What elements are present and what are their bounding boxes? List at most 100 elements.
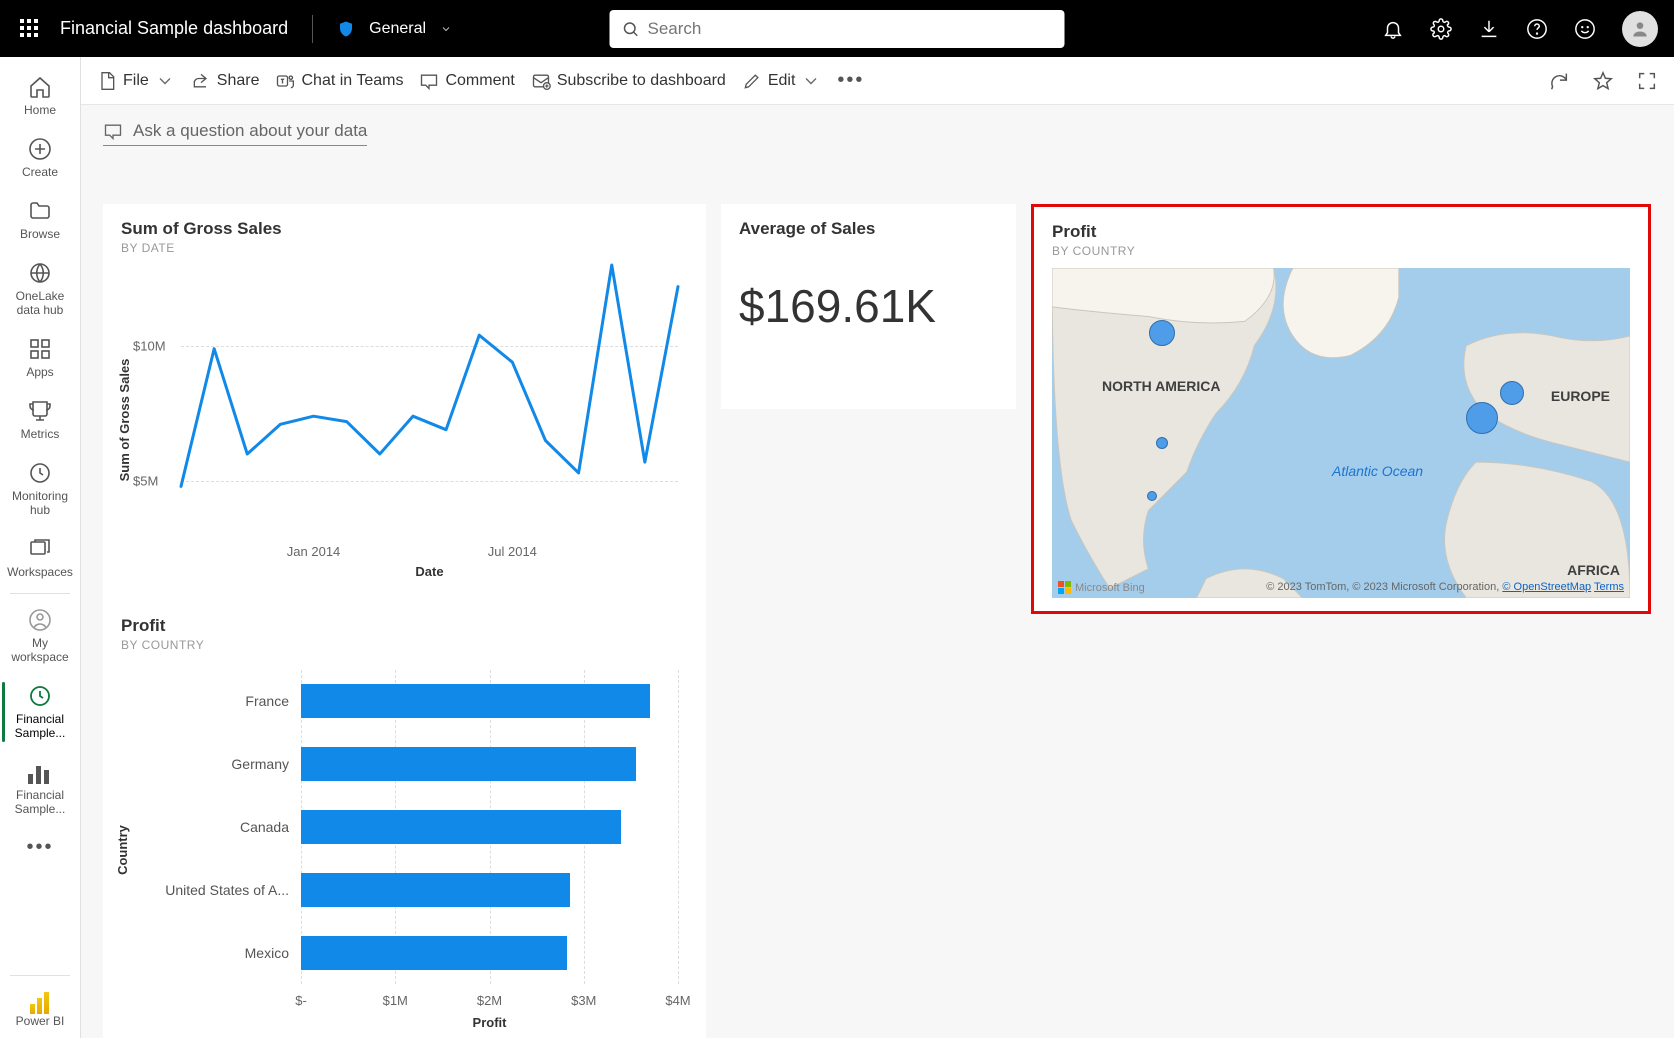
rail-more-icon[interactable]: ••• [0,826,80,869]
rail-label: My workspace [4,636,76,664]
rail-label: Monitoring hub [4,489,76,517]
map-attribution: Microsoft Bing © 2023 TomTom, © 2023 Mic… [1058,581,1624,594]
document-title: Financial Sample dashboard [60,18,288,39]
rail-metrics[interactable]: Metrics [0,389,80,451]
refresh-icon[interactable] [1548,70,1570,92]
rail-monitoring[interactable]: Monitoring hub [0,451,80,527]
bar[interactable] [301,684,650,718]
map-credit: © 2023 TomTom, © 2023 Microsoft Corporat… [1266,581,1499,593]
shield-icon [337,19,355,39]
terms-link[interactable]: Terms [1594,581,1624,593]
qna-row: Ask a question about your data [81,105,1674,146]
tile-profit-bar[interactable]: Profit BY COUNTRY Country Profit $-$1M$2… [103,601,706,1046]
rail-home[interactable]: Home [0,65,80,127]
edit-button[interactable]: Edit [742,71,822,91]
rail-financial-sample-report[interactable]: Financial Sample... [0,750,80,826]
notifications-icon[interactable] [1382,18,1404,40]
x-tick: $3M [571,993,596,1008]
map-svg [1052,268,1630,598]
map-bubble-mexico[interactable] [1147,491,1157,501]
subscribe-button[interactable]: Subscribe to dashboard [531,71,726,91]
cmd-label: Comment [445,72,514,90]
powerbi-icon [30,990,50,1014]
comment-button[interactable]: Comment [419,71,514,91]
map-bubble-germany[interactable] [1466,402,1498,434]
help-icon[interactable] [1526,18,1548,40]
rail-label: Browse [20,227,60,241]
divider [312,15,313,43]
rail-label: Home [24,103,56,117]
search-icon [622,20,640,38]
chevron-down-icon[interactable] [440,23,452,35]
tile-title: Average of Sales [739,219,998,239]
x-axis-label: Profit [473,1015,507,1030]
bar[interactable] [301,810,621,844]
tile-subtitle: BY COUNTRY [121,638,688,652]
dashboard-canvas: Sum of Gross Sales BY DATE Sum of Gross … [81,146,1674,194]
category-label: France [245,693,301,709]
category-label: Mexico [245,945,301,961]
cmd-label: File [123,72,149,90]
osm-link[interactable]: © OpenStreetMap [1502,581,1591,593]
chevron-down-icon [801,71,821,91]
more-options-button[interactable]: ••• [837,69,864,92]
bar[interactable] [301,747,636,781]
tile-subtitle: BY DATE [121,241,688,255]
share-icon [191,71,211,91]
divider [10,975,70,976]
rail-workspaces[interactable]: Workspaces [0,527,80,589]
search-box[interactable] [610,10,1065,48]
tile-average-sales-card[interactable]: Average of Sales $169.61K [721,204,1016,409]
rail-label: Create [22,165,58,179]
comment-icon [419,71,439,91]
rail-onelake[interactable]: OneLake data hub [0,251,80,327]
sensitivity-label[interactable]: General [369,20,426,38]
bar-chart-icon [28,760,52,784]
map-bubble-france[interactable] [1500,381,1524,405]
chat-teams-button[interactable]: Chat in Teams [275,71,403,91]
account-avatar[interactable] [1622,11,1658,47]
bar[interactable] [301,873,570,907]
plot-area: Date $5M$10MJan 2014Jul 2014 [181,265,678,535]
rail-powerbi[interactable]: Power BI [0,980,80,1038]
map-area[interactable]: NORTH AMERICA EUROPE AFRICA Atlantic Oce… [1052,268,1630,598]
tile-title: Profit [121,616,688,636]
tile-gross-sales-line[interactable]: Sum of Gross Sales BY DATE Sum of Gross … [103,204,706,609]
favorite-star-icon[interactable] [1592,70,1614,92]
teams-icon [275,71,295,91]
bar-chart: Country Profit $-$1M$2M$3M$4MFranceGerma… [121,670,688,1030]
map-label-ocean: Atlantic Ocean [1332,463,1423,479]
qna-input[interactable]: Ask a question about your data [103,117,367,146]
search-input[interactable] [648,19,1053,39]
rail-browse[interactable]: Browse [0,189,80,251]
rail-my-workspace[interactable]: My workspace [0,598,80,674]
feedback-smile-icon[interactable] [1574,18,1596,40]
fullscreen-icon[interactable] [1636,70,1658,92]
rail-create[interactable]: Create [0,127,80,189]
topbar-actions [1382,11,1658,47]
pencil-icon [742,71,762,91]
share-button[interactable]: Share [191,71,260,91]
rail-label: Power BI [16,1014,65,1028]
rail-label: Workspaces [7,565,73,579]
map-bubble-usa[interactable] [1156,437,1168,449]
file-button[interactable]: File [97,71,175,91]
rail-label: Apps [26,365,53,379]
y-axis-label: Country [115,825,130,875]
content-area: File Share Chat in Teams Comment Subscri… [81,57,1674,1038]
category-label: Germany [231,756,301,772]
rail-apps[interactable]: Apps [0,327,80,389]
download-icon[interactable] [1478,18,1500,40]
tile-profit-map[interactable]: Profit BY COUNTRY NORTH AMERICA [1031,204,1651,614]
x-tick: Jul 2014 [488,544,537,559]
x-tick: $1M [383,993,408,1008]
rail-financial-sample-dashboard[interactable]: Financial Sample... [0,674,80,750]
bar[interactable] [301,936,567,970]
y-tick: $10M [133,339,166,354]
app-launcher-icon[interactable] [20,19,40,39]
bing-logo: Microsoft Bing [1058,581,1145,594]
map-bubble-canada[interactable] [1149,320,1175,346]
cmd-label: Share [217,72,260,90]
settings-gear-icon[interactable] [1430,18,1452,40]
x-tick: $- [295,993,307,1008]
